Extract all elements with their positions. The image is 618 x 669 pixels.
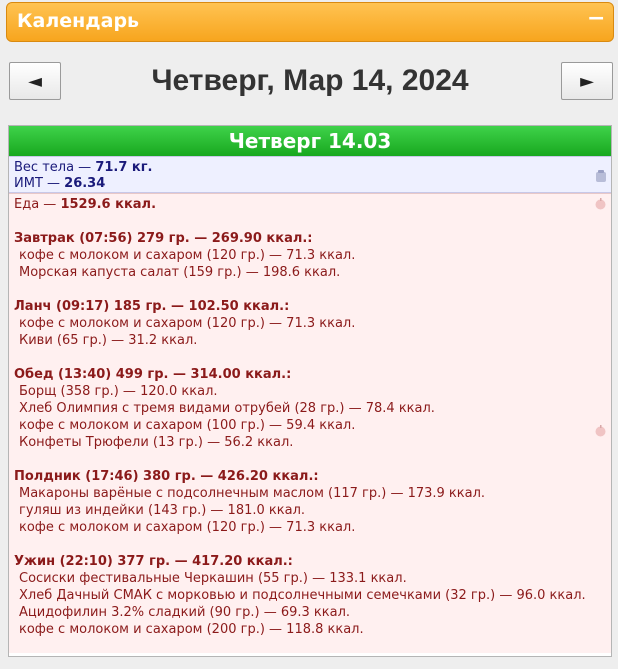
weight-row[interactable]: Вес тела — 71.7 кг. ИМТ — 26.34 bbox=[9, 156, 611, 193]
calendar-widget: Календарь − ◄ Четверг, Мар 14, 2024 ► Че… bbox=[0, 0, 618, 669]
meal-item: кофе с молоком и сахаром (200 гр.) — 118… bbox=[19, 622, 364, 637]
current-date-title: Четверг, Мар 14, 2024 bbox=[151, 64, 469, 97]
arrow-left-icon: ◄ bbox=[28, 70, 42, 92]
meal-item: кофе с молоком и сахаром (120 гр.) — 71.… bbox=[19, 316, 356, 331]
apple-icon bbox=[595, 425, 606, 437]
meal-header: Обед (13:40) 499 гр. — 314.00 ккал.: bbox=[14, 367, 292, 382]
meal-item: Макароны варёные с подсолнечным маслом (… bbox=[19, 486, 486, 501]
prev-day-button[interactable]: ◄ bbox=[9, 62, 61, 100]
food-section[interactable]: Еда — 1529.6 ккал. Завтрак (07:56) 279 г… bbox=[9, 193, 611, 653]
weight-value: 71.7 кг. bbox=[95, 160, 153, 175]
apple-icon bbox=[595, 198, 606, 210]
meal-item: кофе с молоком и сахаром (120 гр.) — 71.… bbox=[19, 248, 356, 263]
meal-snack[interactable]: Полдник (17:46) 380 гр. — 426.20 ккал.: … bbox=[14, 468, 606, 536]
next-day-button[interactable]: ► bbox=[561, 62, 613, 100]
bmi-value: 26.34 bbox=[64, 176, 106, 191]
meal-header: Полдник (17:46) 380 гр. — 426.20 ккал.: bbox=[14, 469, 319, 484]
meal-item: кофе с молоком и сахаром (100 гр.) — 59.… bbox=[19, 418, 356, 433]
panel-title: Календарь bbox=[17, 10, 140, 32]
weight-line: Вес тела — 71.7 кг. bbox=[14, 160, 153, 175]
scale-icon bbox=[596, 170, 606, 182]
bmi-line: ИМТ — 26.34 bbox=[14, 176, 106, 191]
meal-item: Хлеб Олимпия с тремя видами отрубей (28 … bbox=[19, 401, 435, 416]
day-card: Четверг 14.03 Вес тела — 71.7 кг. ИМТ — … bbox=[8, 125, 612, 657]
food-total-value: 1529.6 ккал. bbox=[60, 197, 157, 212]
meal-item: Ацидофилин 3.2% сладкий (90 гр.) — 69.3 … bbox=[19, 605, 351, 620]
meal-item: Сосиски фестивальные Черкашин (55 гр.) —… bbox=[19, 571, 407, 586]
food-total: Еда — 1529.6 ккал. bbox=[14, 197, 157, 212]
meal-lunch[interactable]: Ланч (09:17) 185 гр. — 102.50 ккал.: коф… bbox=[14, 298, 606, 349]
meal-header: Ужин (22:10) 377 гр. — 417.20 ккал.: bbox=[14, 554, 293, 569]
meal-header: Завтрак (07:56) 279 гр. — 269.90 ккал.: bbox=[14, 231, 313, 246]
meal-item: Киви (65 гр.) — 31.2 ккал. bbox=[19, 333, 198, 348]
meal-item: гуляш из индейки (143 гр.) — 181.0 ккал. bbox=[19, 503, 306, 518]
collapse-minus-icon[interactable]: − bbox=[587, 8, 605, 30]
meal-item: Конфеты Трюфели (13 гр.) — 56.2 ккал. bbox=[19, 435, 294, 450]
day-header: Четверг 14.03 bbox=[9, 126, 611, 156]
meal-dinner[interactable]: Обед (13:40) 499 гр. — 314.00 ккал.: Бор… bbox=[14, 366, 606, 451]
meal-supper[interactable]: Ужин (22:10) 377 гр. — 417.20 ккал.: Сос… bbox=[14, 553, 606, 638]
calendar-panel-header[interactable]: Календарь − bbox=[6, 2, 614, 42]
meal-item: Хлеб Дачный СМАК с морковью и подсолнечн… bbox=[19, 588, 586, 603]
meal-header: Ланч (09:17) 185 гр. — 102.50 ккал.: bbox=[14, 299, 290, 314]
meal-breakfast[interactable]: Завтрак (07:56) 279 гр. — 269.90 ккал.: … bbox=[14, 230, 606, 281]
arrow-right-icon: ► bbox=[580, 70, 594, 92]
meal-item: кофе с молоком и сахаром (120 гр.) — 71.… bbox=[19, 520, 356, 535]
meal-item: Морская капуста салат (159 гр.) — 198.6 … bbox=[19, 265, 341, 280]
meal-item: Борщ (358 гр.) — 120.0 ккал. bbox=[19, 384, 218, 399]
